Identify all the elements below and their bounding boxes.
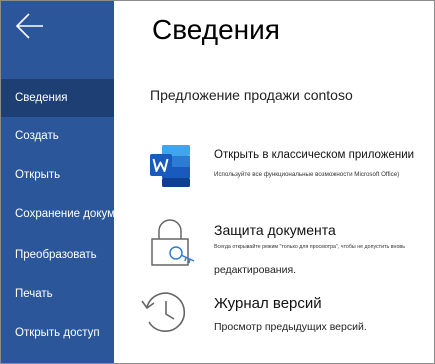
- action-title: Открыть в классическом приложении: [214, 149, 415, 161]
- sidebar-item-save-as[interactable]: Сохранение документа: [1, 195, 114, 233]
- lock-key-icon: [151, 219, 195, 266]
- sidebar: Сведения Создать Открыть Сохранение доку…: [1, 1, 114, 363]
- open-in-desktop-app-button[interactable]: Открыть в классическом приложении Исполь…: [114, 141, 434, 197]
- action-description: Просмотр предыдущих версий.: [214, 321, 367, 333]
- action-description: Всегда открывайте режим "только для прос…: [214, 244, 405, 250]
- document-name: Предложение продажи contoso: [150, 87, 353, 103]
- word-app-icon: [150, 145, 190, 187]
- sidebar-item-open[interactable]: Открыть: [1, 156, 114, 194]
- version-history-button[interactable]: Журнал версий Просмотр предыдущих версий…: [114, 287, 434, 343]
- action-title: Защита документа: [214, 222, 336, 238]
- sidebar-item-info[interactable]: Сведения: [1, 79, 114, 117]
- sidebar-item-convert[interactable]: Преобразовать: [1, 236, 114, 274]
- arrow-left-icon: [15, 13, 43, 39]
- sidebar-item-share[interactable]: Открыть доступ: [1, 314, 114, 352]
- sidebar-item-print[interactable]: Печать: [1, 275, 114, 313]
- action-description-continued: редактирования.: [214, 264, 297, 276]
- action-description: Используйте все функциональные возможнос…: [214, 171, 400, 178]
- history-icon: [141, 292, 186, 332]
- action-title: Журнал версий: [214, 295, 322, 312]
- protect-document-button[interactable]: Защита документа Всегда открывайте режим…: [114, 213, 434, 283]
- back-button[interactable]: [1, 1, 114, 51]
- sidebar-item-new[interactable]: Создать: [1, 117, 114, 155]
- page-title: Сведения: [152, 14, 280, 45]
- main-panel: Сведения Предложение продажи contoso Отк…: [114, 1, 434, 363]
